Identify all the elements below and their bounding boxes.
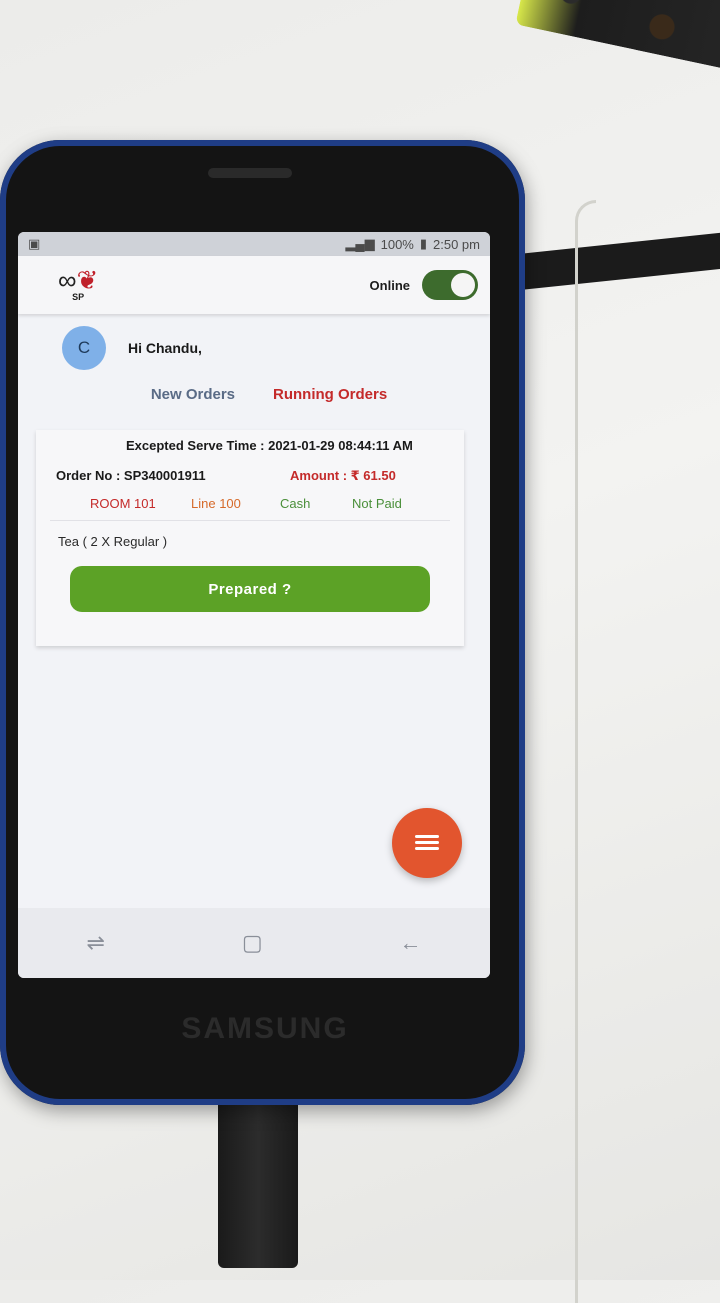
avatar[interactable]: C: [62, 326, 106, 370]
serve-time: Excepted Serve Time : 2021-01-29 08:44:1…: [126, 438, 413, 453]
online-toggle-group: Online: [370, 270, 478, 300]
tab-new-orders[interactable]: New Orders: [151, 386, 235, 403]
phone-screen: ▣ ▂▄▆ 100% ▮ 2:50 pm ∞❦ SP Online C Hi C…: [18, 232, 490, 978]
usb-plug: [218, 1098, 298, 1268]
phone-speaker: [208, 168, 292, 178]
recent-apps-icon[interactable]: ⇌: [86, 930, 104, 956]
battery-level: 100%: [380, 236, 414, 252]
status-bar: ▣ ▂▄▆ 100% ▮ 2:50 pm: [18, 232, 490, 256]
home-icon[interactable]: ▢: [242, 930, 263, 956]
payment-mode: Cash: [280, 496, 311, 511]
app-bar: ∞❦ SP Online: [18, 256, 490, 314]
greeting-row: C Hi Chandu,: [18, 314, 490, 372]
system-nav-bar: ⇌ ▢ ←: [18, 908, 490, 978]
phone-brand: SAMSUNG: [181, 1012, 349, 1045]
menu-fab-button[interactable]: [392, 808, 462, 878]
payment-status: Not Paid: [352, 496, 402, 511]
back-icon[interactable]: ←: [400, 930, 422, 956]
divider: [50, 520, 450, 521]
menu-icon: [415, 835, 439, 851]
switch-knob: [451, 273, 475, 297]
app-logo: ∞❦ SP: [58, 265, 99, 302]
order-amount: Amount : ₹ 61.50: [290, 468, 396, 483]
online-switch[interactable]: [422, 270, 478, 300]
order-item: Tea ( 2 X Regular ): [58, 534, 168, 549]
battery-icon: ▮: [419, 236, 428, 251]
line-label: Line 100: [191, 496, 241, 511]
room-label: ROOM 101: [90, 496, 156, 511]
white-cable: [575, 200, 596, 1303]
order-tabs: New Orders Running Orders: [18, 386, 490, 403]
greeting-text: Hi Chandu,: [128, 340, 202, 356]
background-fabric: [515, 0, 720, 75]
screenshot-icon: ▣: [28, 236, 41, 251]
signal-icon: ▂▄▆: [345, 236, 375, 251]
prepared-button[interactable]: Prepared ?: [70, 566, 430, 612]
tab-running-orders[interactable]: Running Orders: [273, 386, 387, 403]
logo-text: SP: [72, 292, 85, 302]
clock: 2:50 pm: [433, 236, 480, 252]
order-number: Order No : SP340001911: [56, 468, 206, 483]
order-card: Excepted Serve Time : 2021-01-29 08:44:1…: [36, 430, 464, 646]
online-label: Online: [369, 277, 410, 293]
logo-icon: ∞❦: [58, 265, 99, 295]
